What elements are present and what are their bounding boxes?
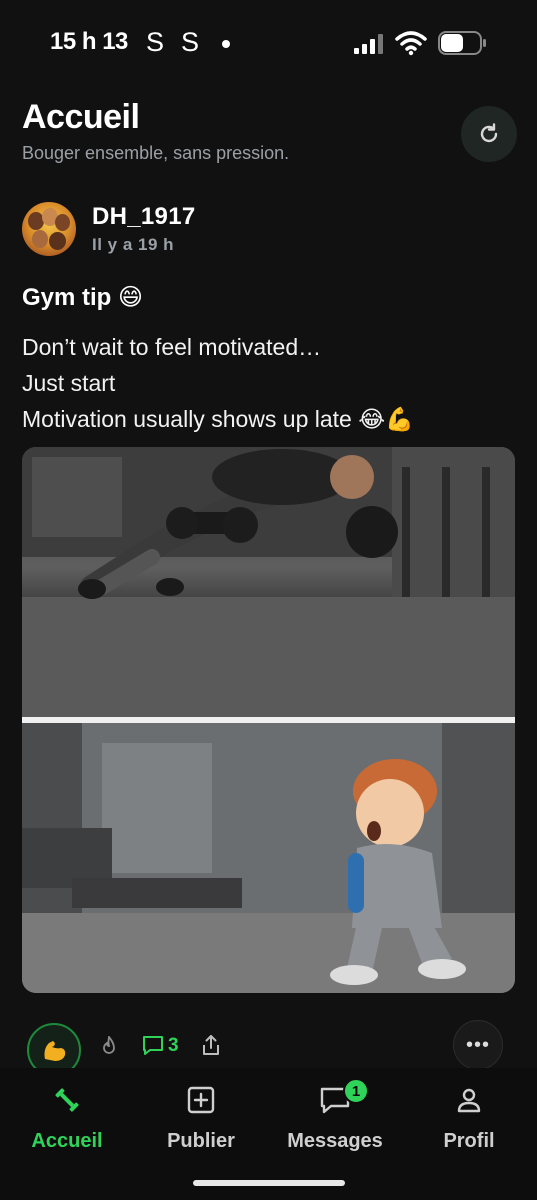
user-icon — [457, 1088, 481, 1113]
status-bar: 15 h 13 S S — [0, 0, 537, 88]
author-name[interactable]: DH_1917 — [92, 203, 196, 231]
signal-icon — [354, 34, 383, 54]
unread-badge: 1 — [343, 1078, 369, 1104]
gym-cartoon-tired — [22, 723, 515, 993]
more-options-button[interactable]: ••• — [453, 1020, 503, 1070]
home-indicator[interactable] — [193, 1180, 345, 1186]
page-subtitle: Bouger ensemble, sans pression. — [22, 143, 290, 163]
post-line: Motivation usually shows up late 😂💪 — [22, 406, 414, 432]
post-line: Don’t wait to feel motivated… — [22, 334, 322, 360]
nav-label: Publier — [167, 1130, 235, 1152]
header: Accueil Bouger ensemble, sans pression. — [22, 98, 289, 164]
nav-item-messages[interactable]: 1 Messages — [268, 1078, 402, 1153]
nav-label: Profil — [443, 1130, 495, 1152]
status-time: 15 h 13 — [50, 28, 128, 55]
nav-item-profil[interactable]: Profil — [402, 1080, 536, 1153]
dumbbell-icon — [55, 1088, 79, 1112]
author-meta: DH_1917 Il y a 19 h — [92, 203, 196, 255]
post-title: Gym tip 😄 — [22, 284, 144, 311]
post-author[interactable]: DH_1917 Il y a 19 h — [22, 202, 196, 256]
flexed-bicep-icon — [44, 1041, 66, 1061]
avatar[interactable] — [22, 202, 76, 256]
nav-label: Accueil — [31, 1130, 103, 1152]
share-icon[interactable] — [201, 1034, 221, 1056]
plus-square-icon — [187, 1086, 215, 1114]
nav-label: Messages — [287, 1130, 383, 1152]
post-image[interactable] — [22, 447, 515, 993]
status-indicator-s: S — [181, 27, 200, 57]
comment-icon[interactable] — [142, 1034, 164, 1056]
nav-item-publier[interactable]: Publier — [134, 1080, 268, 1153]
status-indicator-s: S — [146, 27, 165, 57]
status-dot — [222, 40, 230, 48]
post-time: Il y a 19 h — [92, 235, 175, 254]
nav-item-accueil[interactable]: Accueil — [0, 1080, 134, 1153]
post-body: Don’t wait to feel motivated… Just start… — [22, 329, 414, 437]
comment-count[interactable]: 3 — [168, 1035, 179, 1057]
flame-icon[interactable] — [100, 1036, 118, 1056]
refresh-button[interactable] — [461, 106, 517, 162]
gym-photo-pushup — [22, 447, 515, 717]
page-title: Accueil — [22, 98, 140, 136]
refresh-icon — [480, 123, 498, 143]
wifi-icon — [395, 31, 427, 56]
battery-icon — [438, 31, 486, 55]
post-line: Just start — [22, 370, 116, 396]
